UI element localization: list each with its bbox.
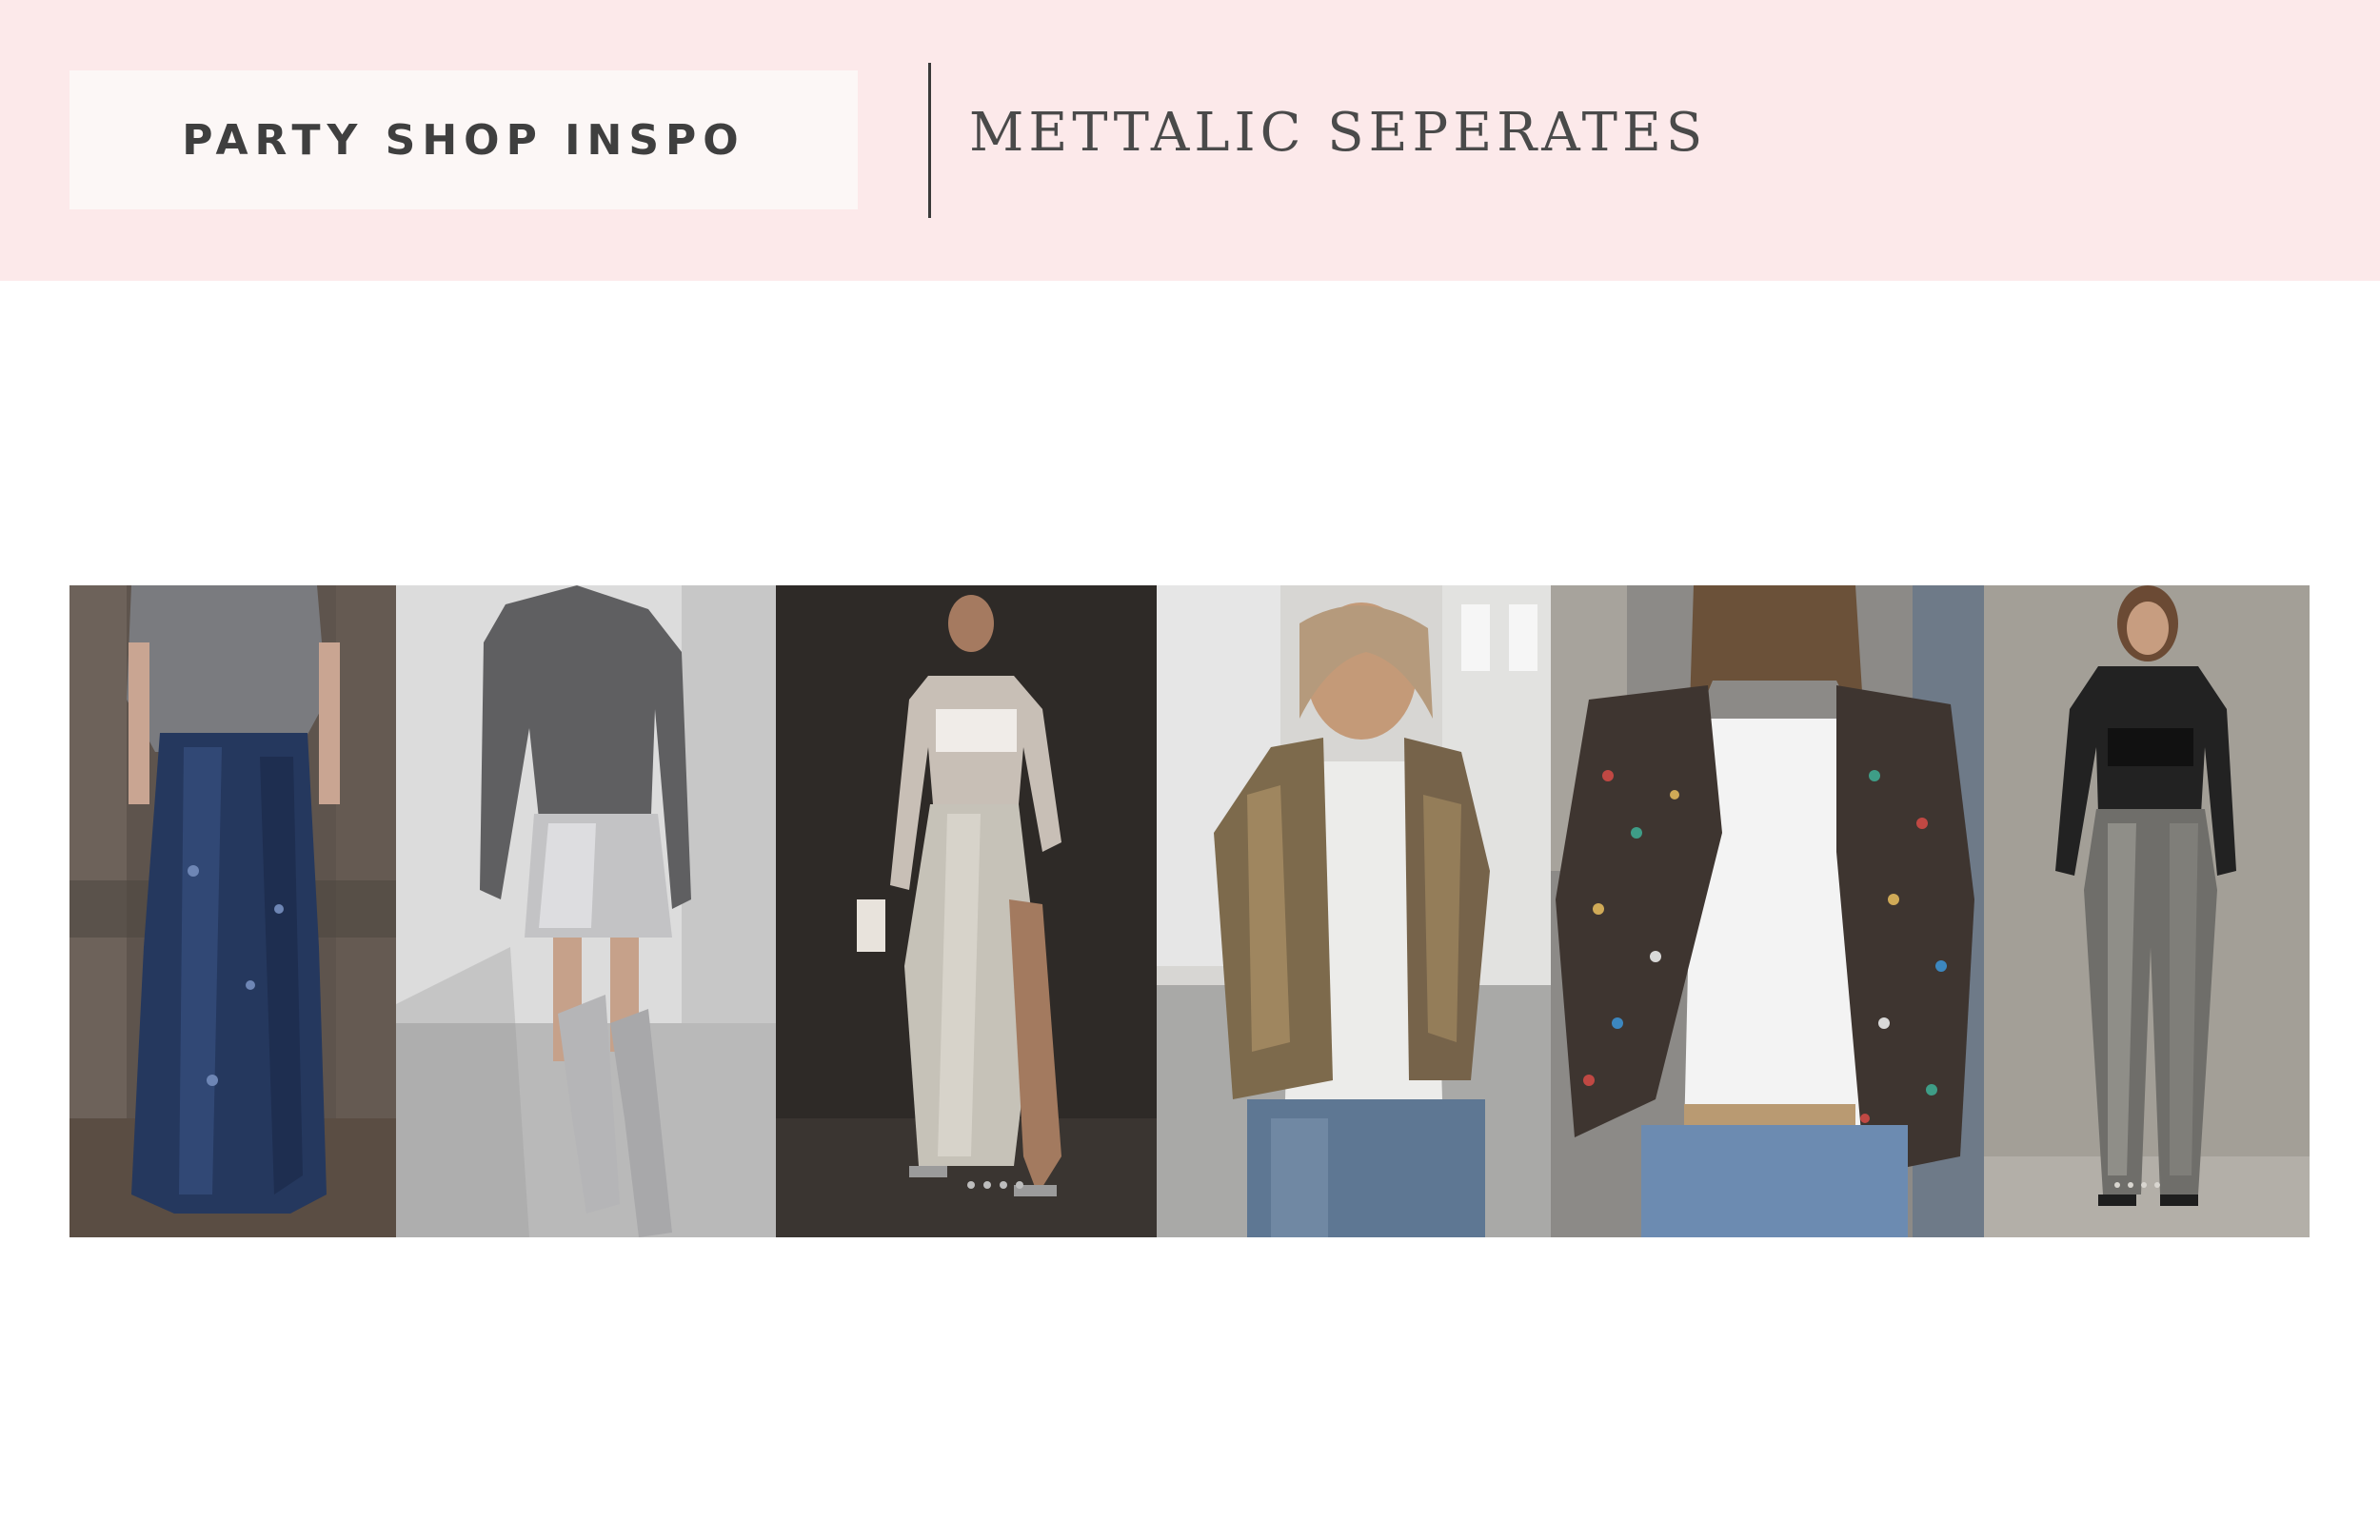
photo-sequin-maxi-skirt [69,585,396,1237]
header-banner: PARTY SHOP INSPO METTALIC SEPERATES [0,0,2380,281]
photo-gallery [69,585,2310,1237]
photo-multicolor-sequin-jacket [1551,585,1984,1237]
section-label-box: PARTY SHOP INSPO [69,70,858,209]
photo-metallic-trousers [1984,585,2310,1237]
header-divider [928,63,931,218]
photo-silver-midi-skirt [776,585,1157,1237]
page-title: METTALIC SEPERATES [969,102,1708,164]
section-label: PARTY SHOP INSPO [182,115,745,165]
photo-gold-sequin-jacket [1157,585,1551,1237]
photo-silver-mini-skirt [396,585,776,1237]
